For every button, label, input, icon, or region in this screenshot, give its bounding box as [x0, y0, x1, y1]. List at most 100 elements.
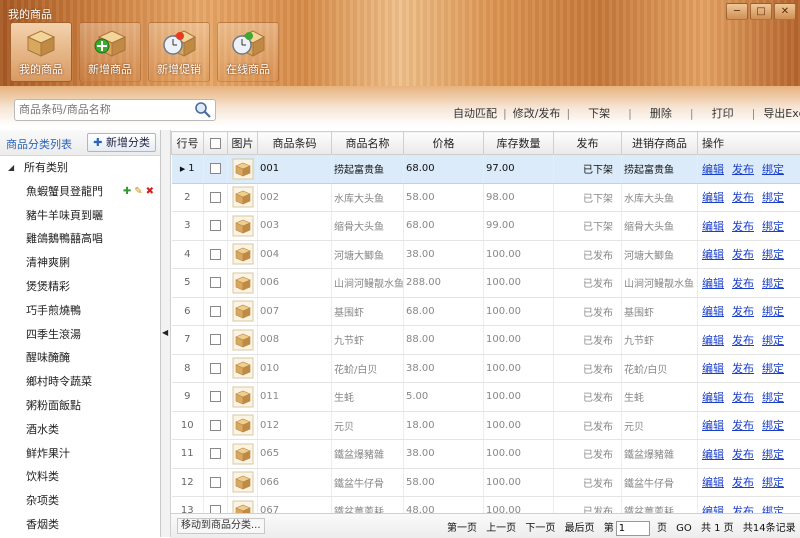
table-row[interactable]: 3003缩骨大头鱼68.0099.00已下架缩骨大头鱼编辑发布绑定 — [172, 212, 800, 241]
table-row[interactable]: 4004河塘大鲫鱼38.00100.00已发布河塘大鲫鱼编辑发布绑定 — [172, 240, 800, 269]
select-all-checkbox[interactable] — [210, 138, 221, 149]
bind-link[interactable]: 绑定 — [762, 275, 784, 291]
category-item[interactable]: 清神爽脷 — [0, 251, 160, 275]
select-cell[interactable] — [204, 354, 228, 383]
publish-link[interactable]: 发布 — [732, 161, 754, 177]
bind-link[interactable]: 绑定 — [762, 303, 784, 319]
category-item[interactable]: 四季生滾湯 — [0, 323, 160, 347]
panel-splitter[interactable]: ◀ — [161, 130, 171, 537]
collapse-left-icon[interactable]: ◀ — [162, 328, 168, 337]
row-checkbox[interactable] — [210, 220, 221, 231]
category-item[interactable]: 鄉村時令蔬菜 — [0, 370, 160, 394]
table-row[interactable]: 6007基围虾68.00100.00已发布基围虾编辑发布绑定 — [172, 297, 800, 326]
bind-link[interactable]: 绑定 — [762, 161, 784, 177]
bind-link[interactable]: 绑定 — [762, 332, 784, 348]
publish-link[interactable]: 发布 — [732, 389, 754, 405]
select-cell[interactable] — [204, 383, 228, 412]
delete-button[interactable]: 删除 — [650, 105, 672, 121]
bind-link[interactable]: 绑定 — [762, 189, 784, 205]
edit-link[interactable]: 编辑 — [702, 189, 724, 205]
auto-match-button[interactable]: 自动匹配 — [453, 105, 497, 121]
edit-link[interactable]: 编辑 — [702, 360, 724, 376]
move-to-category-button[interactable]: 移动到商品分类... — [177, 518, 265, 534]
col-inventory-product[interactable]: 进销存商品 — [622, 132, 698, 155]
next-page-link[interactable]: 下一页 — [525, 519, 555, 534]
select-cell[interactable] — [204, 497, 228, 514]
publish-link[interactable]: 发布 — [732, 189, 754, 205]
table-row[interactable]: 12066鐵盆牛仔骨58.00100.00已发布鐵盆牛仔骨编辑发布绑定 — [172, 468, 800, 497]
select-cell[interactable] — [204, 440, 228, 469]
table-row[interactable]: 13067鐵盆薑蔥耗48.00100.00已发布鐵盆薑蔥耗编辑发布绑定 — [172, 497, 800, 514]
publish-link[interactable]: 发布 — [732, 275, 754, 291]
table-row[interactable]: ▶1001捞起富贵鱼68.0097.00已下架捞起富贵鱼编辑发布绑定 — [172, 155, 800, 184]
edit-link[interactable]: 编辑 — [702, 474, 724, 490]
row-checkbox[interactable] — [210, 420, 221, 431]
last-page-link[interactable]: 最后页 — [565, 519, 595, 534]
select-cell[interactable] — [204, 269, 228, 298]
col-price[interactable]: 价格 — [404, 132, 484, 155]
search-input[interactable] — [15, 100, 193, 118]
category-item[interactable]: 魚蝦蟹貝登龍門✚✎✖ — [0, 180, 160, 204]
category-item[interactable]: 饮料类 — [0, 465, 160, 489]
category-item[interactable]: 豬牛羊味頁到曬 — [0, 204, 160, 228]
select-cell[interactable] — [204, 155, 228, 184]
first-page-link[interactable]: 第一页 — [447, 519, 477, 534]
row-checkbox[interactable] — [210, 306, 221, 317]
online-products-button[interactable]: 在线商品 — [217, 22, 279, 82]
publish-link[interactable]: 发布 — [732, 218, 754, 234]
unlist-button[interactable]: 下架 — [588, 105, 610, 121]
table-row[interactable]: 8010花蚧/白贝38.00100.00已发布花蚧/白贝编辑发布绑定 — [172, 354, 800, 383]
col-name[interactable]: 商品名称 — [332, 132, 404, 155]
go-button[interactable]: GO — [676, 523, 692, 534]
table-row[interactable]: 7008九节虾88.00100.00已发布九节虾编辑发布绑定 — [172, 326, 800, 355]
add-product-button[interactable]: 新增商品 — [79, 22, 141, 82]
table-row[interactable]: 9011生蚝5.00100.00已发布生蚝编辑发布绑定 — [172, 383, 800, 412]
row-checkbox[interactable] — [210, 163, 221, 174]
edit-link[interactable]: 编辑 — [702, 161, 724, 177]
export-excel-button[interactable]: 导出Excel — [763, 105, 800, 121]
category-item[interactable]: 香烟类 — [0, 513, 160, 537]
my-products-button[interactable]: 我的商品 — [10, 22, 72, 82]
bind-link[interactable]: 绑定 — [762, 360, 784, 376]
col-barcode[interactable]: 商品条码 — [258, 132, 332, 155]
search-icon[interactable] — [194, 101, 212, 119]
row-checkbox[interactable] — [210, 192, 221, 203]
row-checkbox[interactable] — [210, 477, 221, 488]
category-item[interactable]: 粥粉面飯點 — [0, 394, 160, 418]
select-cell[interactable] — [204, 240, 228, 269]
collapse-arrow-icon[interactable]: ◢ — [8, 156, 14, 180]
category-item[interactable]: 杂项类 — [0, 489, 160, 513]
row-checkbox[interactable] — [210, 277, 221, 288]
publish-link[interactable]: 发布 — [732, 360, 754, 376]
delete-icon[interactable]: ✖ — [146, 180, 154, 204]
edit-link[interactable]: 编辑 — [702, 246, 724, 262]
category-root[interactable]: ◢所有类别 — [0, 156, 160, 180]
edit-link[interactable]: 编辑 — [702, 389, 724, 405]
row-checkbox[interactable] — [210, 249, 221, 260]
category-item[interactable]: 巧手煎燒鴨 — [0, 299, 160, 323]
select-cell[interactable] — [204, 326, 228, 355]
publish-link[interactable]: 发布 — [732, 332, 754, 348]
add-promotion-button[interactable]: 新增促销 — [148, 22, 210, 82]
publish-link[interactable]: 发布 — [732, 417, 754, 433]
close-button[interactable]: ✕ — [774, 3, 796, 20]
publish-link[interactable]: 发布 — [732, 446, 754, 462]
edit-link[interactable]: 编辑 — [702, 275, 724, 291]
category-item[interactable]: 鲜炸果汁 — [0, 442, 160, 466]
category-item[interactable]: 醒味醃醃 — [0, 346, 160, 370]
category-item[interactable]: 酒水类 — [0, 418, 160, 442]
maximize-button[interactable]: □ — [750, 3, 772, 20]
bind-link[interactable]: 绑定 — [762, 389, 784, 405]
row-checkbox[interactable] — [210, 334, 221, 345]
row-checkbox[interactable] — [210, 363, 221, 374]
minimize-button[interactable]: ─ — [726, 3, 748, 20]
print-button[interactable]: 打印 — [712, 105, 734, 121]
edit-link[interactable]: 编辑 — [702, 218, 724, 234]
bind-link[interactable]: 绑定 — [762, 503, 784, 513]
col-status[interactable]: 发布 — [554, 132, 622, 155]
edit-link[interactable]: 编辑 — [702, 503, 724, 513]
bind-link[interactable]: 绑定 — [762, 417, 784, 433]
select-cell[interactable] — [204, 212, 228, 241]
edit-publish-button[interactable]: 修改/发布 — [513, 105, 561, 121]
pencil-icon[interactable]: ✎ — [134, 180, 142, 204]
